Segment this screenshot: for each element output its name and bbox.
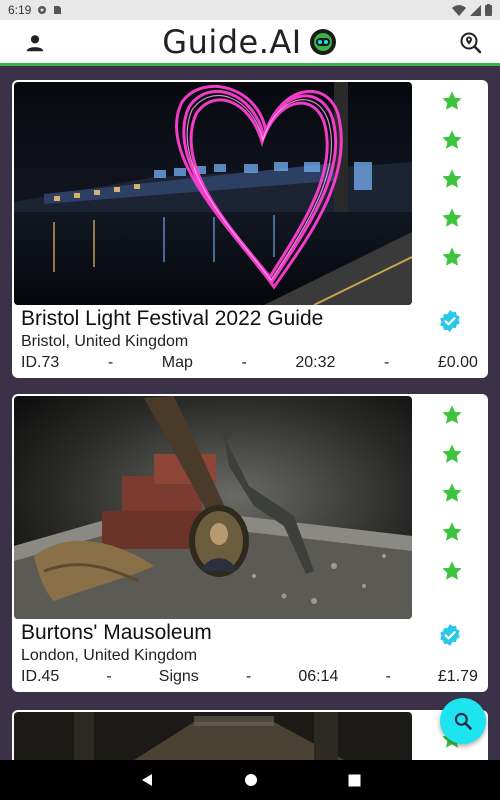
home-icon[interactable] xyxy=(244,773,258,787)
guide-location: London, United Kingdom xyxy=(21,647,198,664)
recents-icon[interactable] xyxy=(348,774,361,787)
guide-type: Signs xyxy=(158,668,199,685)
guide-card[interactable]: Burtons' Mausoleum London, United Kingdo… xyxy=(12,394,488,692)
status-time: 6:19 xyxy=(8,3,32,17)
robot-logo-icon xyxy=(309,28,336,55)
location-search-button[interactable] xyxy=(458,30,484,56)
star-icon xyxy=(442,561,462,580)
guide-card[interactable]: Bristol Light Festival 2022 Guide Bristo… xyxy=(12,80,488,378)
guide-photo[interactable] xyxy=(14,82,412,305)
guide-id: ID.73 xyxy=(21,354,60,371)
wifi-icon xyxy=(452,4,466,16)
status-bar: 6:19 xyxy=(0,0,500,20)
guide-price: £1.79 xyxy=(437,668,478,685)
back-icon[interactable] xyxy=(140,773,154,787)
guide-duration: 06:14 xyxy=(298,668,339,685)
guide-meta: ID.45 - Signs - 06:14 - £1.79 xyxy=(21,668,478,686)
guide-type: Map xyxy=(161,354,193,371)
app-bar: Guide.AI xyxy=(0,20,500,66)
person-icon xyxy=(26,35,44,52)
profile-button[interactable] xyxy=(22,30,48,56)
guide-title: Bristol Light Festival 2022 Guide xyxy=(21,307,324,330)
meta-separator: - xyxy=(107,354,114,371)
star-icon xyxy=(442,208,462,227)
rating-stars xyxy=(427,90,477,268)
star-icon xyxy=(442,522,462,541)
settings-status-icon xyxy=(38,6,47,14)
star-icon xyxy=(442,247,462,266)
corridor-image xyxy=(14,712,412,760)
verified-icon xyxy=(440,624,460,646)
app-title: Guide.AI xyxy=(162,22,302,61)
guide-price: £0.00 xyxy=(437,354,478,371)
location-search-icon xyxy=(460,32,482,54)
star-icon xyxy=(442,169,462,188)
star-icon xyxy=(442,405,462,424)
meta-separator: - xyxy=(385,668,391,685)
meta-separator: - xyxy=(245,668,252,685)
guide-meta: ID.73 - Map - 20:32 - £0.00 xyxy=(21,354,478,372)
guide-title: Burtons' Mausoleum xyxy=(21,621,212,644)
star-icon xyxy=(442,483,462,502)
light-festival-image xyxy=(14,82,412,305)
verified-icon xyxy=(440,310,460,332)
rating-stars xyxy=(427,404,477,582)
guide-location: Bristol, United Kingdom xyxy=(21,333,189,350)
meta-separator: - xyxy=(383,354,390,371)
app-brand: Guide.AI xyxy=(162,23,337,61)
star-icon xyxy=(442,130,462,149)
guide-id: ID.45 xyxy=(21,668,60,685)
sd-card-status-icon xyxy=(54,6,62,14)
battery-icon xyxy=(485,4,492,16)
guide-photo[interactable] xyxy=(14,712,412,760)
star-icon xyxy=(442,91,462,110)
status-right-icons xyxy=(452,4,492,16)
search-fab-button[interactable] xyxy=(440,698,486,744)
meta-separator: - xyxy=(106,668,112,685)
signal-icon xyxy=(470,4,481,16)
meta-separator: - xyxy=(241,354,247,371)
guide-card[interactable] xyxy=(12,710,488,760)
mausoleum-image xyxy=(14,396,412,619)
search-icon xyxy=(454,712,472,730)
star-icon xyxy=(442,444,462,463)
system-nav-bar xyxy=(0,760,500,800)
guide-photo[interactable] xyxy=(14,396,412,619)
guide-duration: 20:32 xyxy=(295,354,336,371)
